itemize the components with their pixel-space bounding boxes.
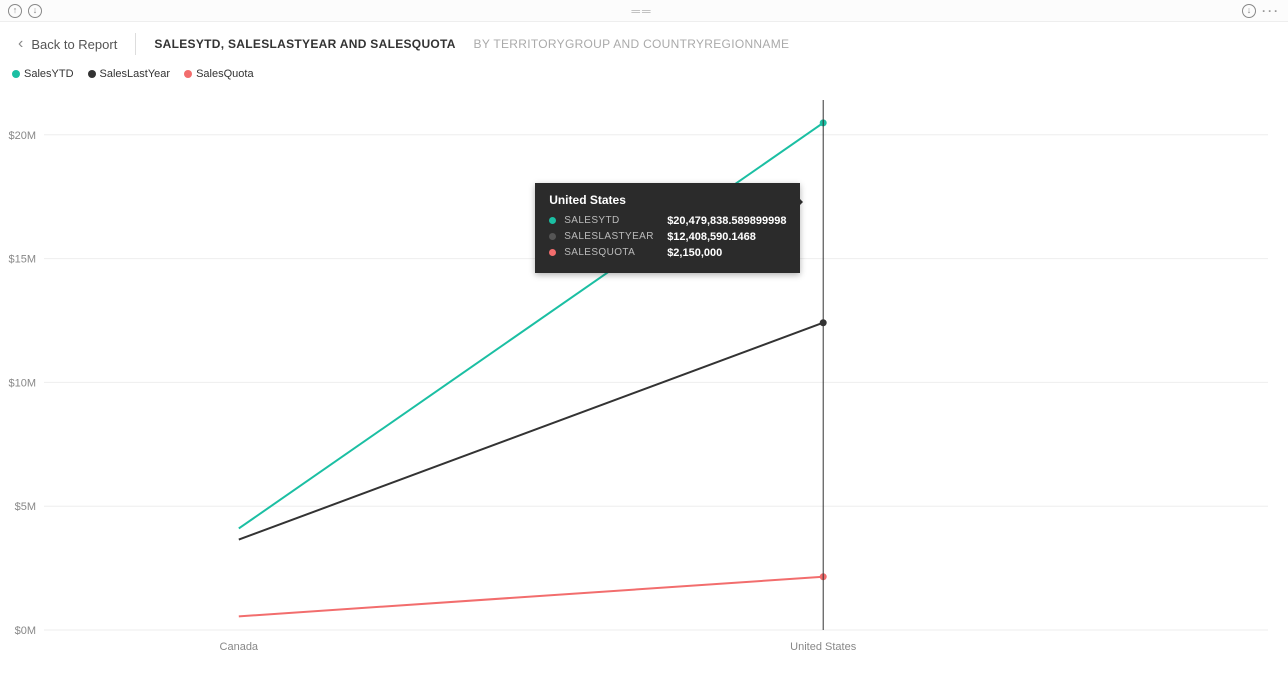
page-title-main: SALESYTD, SALESLASTYEAR AND SALESQUOTA [154,37,455,51]
drill-down-icon[interactable]: ↓ [28,4,42,18]
chart-container: $0M $5M $10M $15M $20M Canada United States Un… [0,80,1288,680]
page-title-sub: BY TERRITORYGROUP AND COUNTRYREGIONNAME [474,37,790,51]
chevron-left-icon: ‹ [18,35,23,53]
legend-item[interactable]: SalesQuota [184,68,253,80]
tooltip-row: SALESYTD $20,479,838.589899998 [549,213,786,229]
back-to-report-button[interactable]: ‹ Back to Report [18,35,117,53]
legend-item[interactable]: SalesYTD [12,68,74,80]
y-tick-label: $20M [8,130,36,142]
tooltip-label: SALESYTD [564,215,659,226]
tooltip-label: SALESQUOTA [564,247,659,258]
y-tick-label: $15M [8,254,36,266]
legend-item[interactable]: SalesLastYear [88,68,171,80]
y-tick-label: $10M [8,377,36,389]
grip-handle-icon[interactable]: ══ [631,4,652,18]
more-options-icon[interactable]: ··· [1262,4,1280,18]
y-tick-label: $0M [15,625,36,637]
header: ‹ Back to Report SALESYTD, SALESLASTYEAR… [0,22,1288,66]
legend-dot-icon [12,70,20,78]
tooltip-dot-icon [549,217,556,224]
drill-up-icon[interactable]: ↑ [8,4,22,18]
export-icon[interactable]: ↓ [1242,4,1256,18]
legend-label: SalesLastYear [100,68,171,80]
back-label: Back to Report [31,37,117,52]
tooltip-title: United States [549,193,786,207]
legend-label: SalesQuota [196,68,253,80]
tooltip-value: $2,150,000 [667,247,722,259]
top-toolbar: ↑ ↓ ══ ↓ ··· [0,0,1288,22]
legend-label: SalesYTD [24,68,74,80]
tooltip-label: SALESLASTYEAR [564,231,659,242]
divider [135,33,136,55]
tooltip: United States SALESYTD $20,479,838.589899… [535,183,800,273]
tooltip-row: SALESLASTYEAR $12,408,590.1468 [549,229,786,245]
legend-dot-icon [88,70,96,78]
legend-dot-icon [184,70,192,78]
tooltip-dot-icon [549,249,556,256]
x-tick-label: Canada [220,641,259,653]
tooltip-value: $20,479,838.589899998 [667,215,786,227]
tooltip-value: $12,408,590.1468 [667,231,756,243]
x-tick-label: United States [790,641,857,653]
line-chart[interactable]: $0M $5M $10M $15M $20M Canada United States [0,80,1288,680]
y-tick-label: $5M [15,501,36,513]
tooltip-row: SALESQUOTA $2,150,000 [549,245,786,261]
tooltip-dot-icon [549,233,556,240]
legend: SalesYTD SalesLastYear SalesQuota [0,66,1288,80]
